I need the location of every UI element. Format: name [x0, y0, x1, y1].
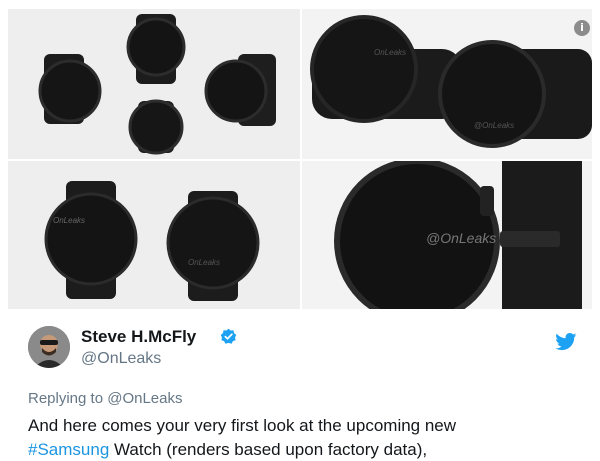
svg-text:@OnLeaks: @OnLeaks: [474, 121, 514, 130]
tweet-text-line-2-rest: Watch (renders based upon factory data),: [109, 440, 428, 459]
media-image-2[interactable]: OnLeaks @OnLeaks: [302, 9, 592, 159]
hashtag-link[interactable]: #Samsung: [28, 440, 109, 459]
tweet-text-line-1: And here comes your very first look at t…: [28, 416, 457, 435]
svg-text:OnLeaks: OnLeaks: [53, 216, 85, 225]
watermark: @OnLeaks: [426, 230, 496, 246]
twitter-bird-icon[interactable]: [555, 333, 577, 351]
media-image-1[interactable]: [8, 9, 300, 159]
svg-text:OnLeaks: OnLeaks: [374, 48, 406, 57]
svg-text:OnLeaks: OnLeaks: [188, 258, 220, 267]
avatar-image: [28, 326, 70, 368]
watch-render-front-back: OnLeaks OnLeaks: [8, 161, 300, 309]
media-image-3[interactable]: OnLeaks OnLeaks: [8, 161, 300, 309]
media-grid: OnLeaks @OnLeaks OnLeaks OnLeaks @OnLeak…: [8, 9, 592, 309]
handle[interactable]: @OnLeaks: [81, 350, 161, 368]
tweet-author: Steve H.McFly @OnLeaks: [28, 325, 578, 373]
tweet-text-line-2: #Samsung Watch (renders based upon facto…: [28, 438, 588, 461]
info-icon[interactable]: i: [574, 20, 590, 36]
replying-to[interactable]: Replying to @OnLeaks: [28, 390, 182, 407]
media-image-4[interactable]: @OnLeaks: [302, 161, 592, 309]
watch-render-angle-view: OnLeaks @OnLeaks: [302, 9, 592, 159]
watch-render-closeup: @OnLeaks: [302, 161, 592, 309]
tweet-card: OnLeaks @OnLeaks OnLeaks OnLeaks @OnLeak…: [0, 0, 600, 461]
tweet-text: And here comes your very first look at t…: [28, 414, 588, 461]
avatar[interactable]: [28, 326, 70, 368]
verified-badge-icon: [220, 328, 237, 344]
watch-render-multi-view: [8, 9, 300, 159]
display-name[interactable]: Steve H.McFly: [81, 327, 196, 347]
